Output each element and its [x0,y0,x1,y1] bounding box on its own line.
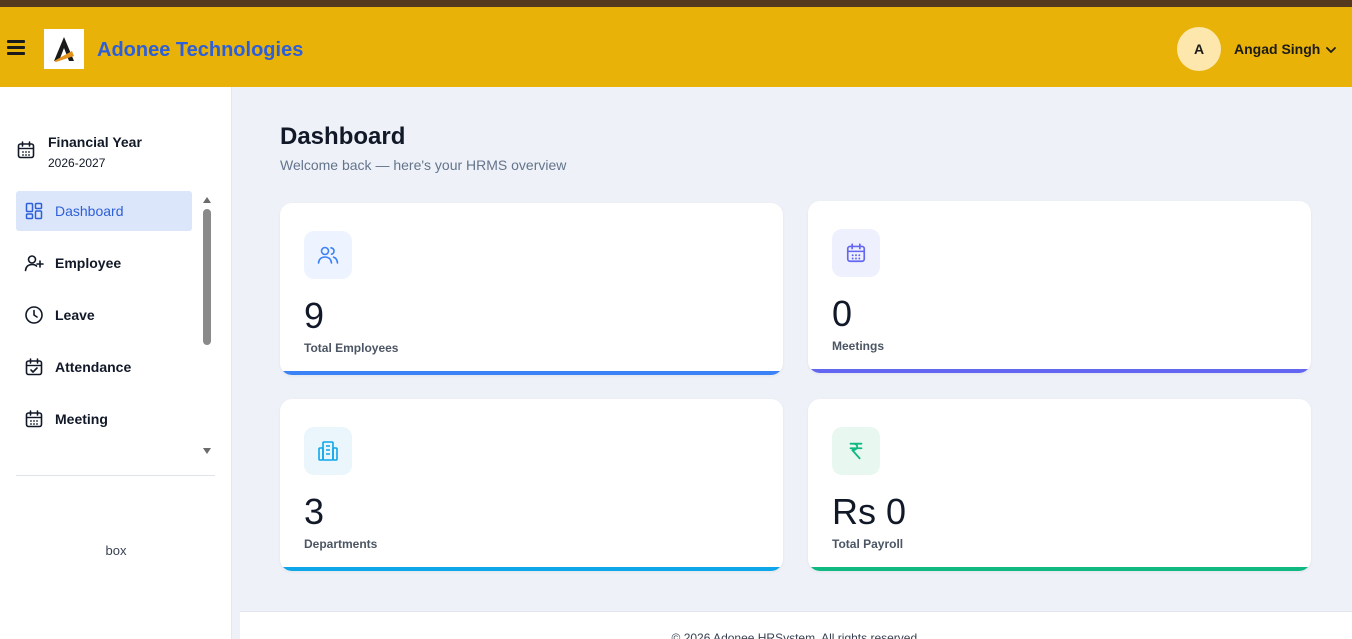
stat-label: Total Employees [304,341,399,355]
stat-value: 9 [304,295,325,336]
sidebar-item-label: Dashboard [55,203,124,219]
top-strip [0,0,1352,7]
company-logo[interactable] [44,29,84,69]
sidebar-nav: Dashboard Employee Leave Attendance Meet… [16,191,192,451]
stat-card-departments[interactable]: 3 Departments [280,399,783,571]
sidebar-item-label: Leave [55,307,95,323]
sidebar-item-label: Employee [55,255,122,271]
card-accent-bar [280,567,783,571]
stat-value: 3 [304,491,325,532]
footer-copyright: © 2026 Adonee HRSystem. All rights reser… [671,631,921,639]
stat-card-meetings[interactable]: 0 Meetings [808,201,1311,373]
financial-year-value: 2026-2027 [48,156,106,170]
sidebar-item-label: Attendance [55,359,132,375]
stat-label: Meetings [832,339,885,353]
user-plus-icon [24,253,44,273]
grid-icon [24,201,44,221]
avatar[interactable]: A [1177,27,1221,71]
financial-year-title: Financial Year [48,134,142,150]
stat-value: Rs 0 [832,491,907,532]
scroll-up-arrow[interactable] [203,197,211,203]
stat-label: Total Payroll [832,537,904,551]
chevron-down-icon[interactable] [1324,43,1338,57]
sidebar-item-dashboard[interactable]: Dashboard [16,191,192,231]
stat-label: Departments [304,537,378,551]
sidebar-scrollbar[interactable] [203,209,211,345]
avatar-initial: A [1193,41,1205,57]
stat-card-total-payroll[interactable]: Rs 0 Total Payroll [808,399,1311,571]
sidebar-item-meeting[interactable]: Meeting [16,399,192,439]
card-accent-bar [808,369,1311,373]
users-icon [304,231,352,279]
clock-icon [24,305,44,325]
rupee-icon [832,427,880,475]
stat-card-total-employees[interactable]: 9 Total Employees [280,203,783,375]
calendar-icon [832,229,880,277]
sidebar-divider [16,475,215,476]
brand-name[interactable]: Adonee Technologies [97,39,303,62]
page-subtitle: Welcome back — here's your HRMS overview [280,157,567,173]
page-title: Dashboard [280,123,406,150]
calendar-icon [24,409,44,429]
sidebar-box-label: box [105,543,127,558]
card-accent-bar [808,567,1311,571]
sidebar-item-employee[interactable]: Employee [16,243,192,283]
app-header: Adonee Technologies A Angad Singh [0,7,1352,87]
user-name[interactable]: Angad Singh [1234,41,1320,57]
calendar-icon [16,140,36,160]
building-icon [304,427,352,475]
sidebar-item-attendance[interactable]: Attendance [16,347,192,387]
sidebar-item-label: Meeting [55,411,108,427]
card-accent-bar [280,371,783,375]
stat-value: 0 [832,293,853,334]
sidebar: Financial Year 2026-2027 Dashboard Emplo… [0,87,232,639]
footer: © 2026 Adonee HRSystem. All rights reser… [240,611,1352,639]
calendar-check-icon [24,357,44,377]
sidebar-item-leave[interactable]: Leave [16,295,192,335]
menu-toggle-icon[interactable] [7,40,25,56]
scroll-down-arrow[interactable] [203,448,211,454]
